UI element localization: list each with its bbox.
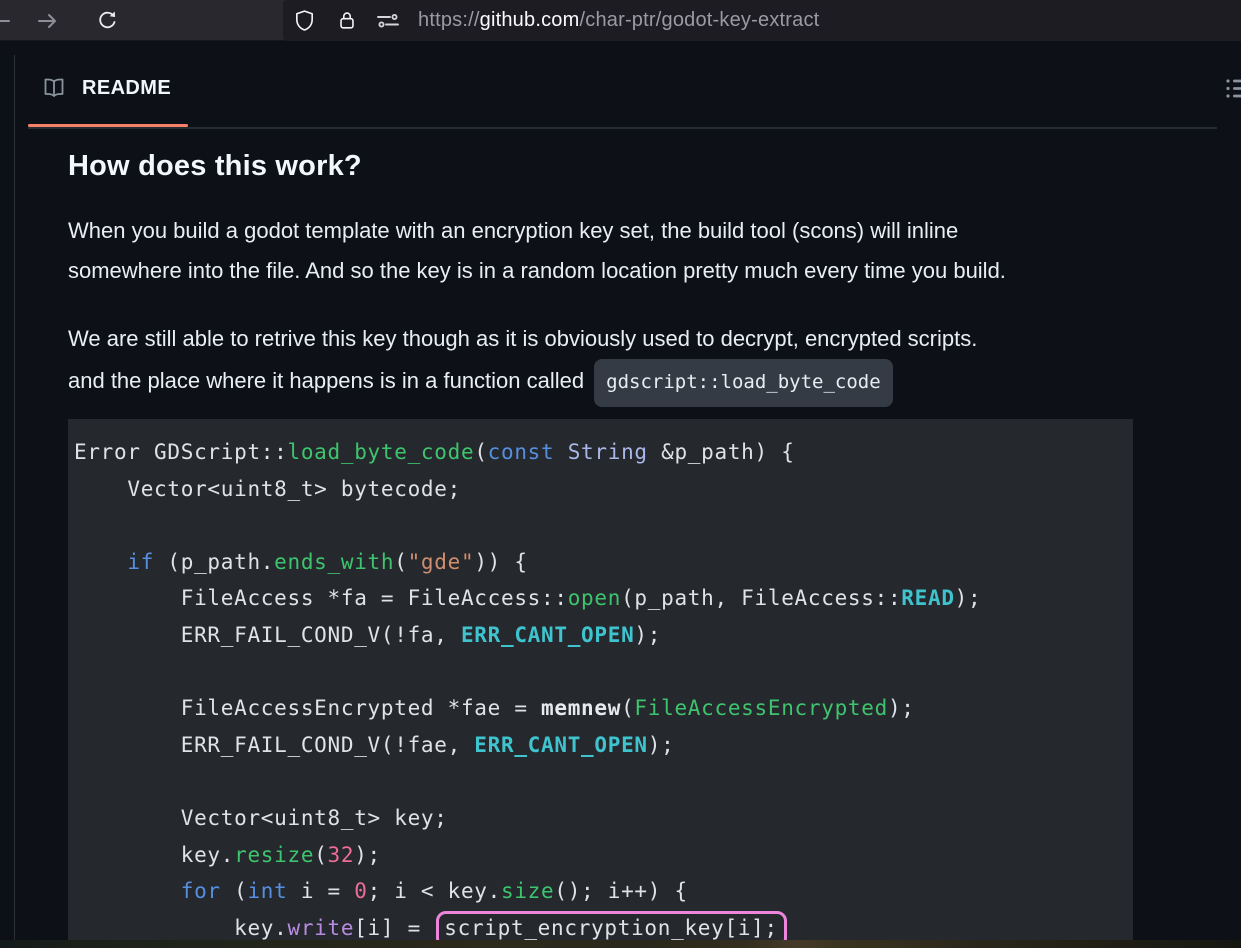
paragraph-1: When you build a godot template with an … (68, 211, 1213, 291)
back-button[interactable] (0, 0, 18, 41)
code-token: 32 (327, 842, 355, 867)
code-token: ( (314, 842, 328, 867)
code-token: int (247, 879, 288, 904)
paragraph-1-line-1: When you build a godot template with an … (68, 218, 959, 243)
browser-toolbar: https://github.com/char-ptr/godot-key-ex… (0, 0, 1241, 41)
bottom-edge-strip (0, 940, 1241, 948)
code-token: FileAccess *fa = FileAccess:: (74, 586, 568, 611)
back-arrow-icon (0, 9, 13, 33)
code-token: (); i++) { (554, 879, 688, 904)
code-token: &p_path) { (647, 440, 795, 464)
code-token: 0 (354, 879, 368, 904)
code-token: ( (220, 879, 248, 904)
code-token: String (567, 440, 648, 464)
code-line: Vector<uint8_t> key; (74, 800, 1133, 837)
forward-arrow-icon (35, 9, 59, 33)
code-line: FileAccessEncrypted *fae = memnew(FileAc… (74, 690, 1133, 727)
url-path: /char-ptr/godot-key-extract (579, 9, 820, 31)
code-token: ); (954, 586, 982, 611)
code-token: ( (621, 696, 635, 721)
reload-icon (96, 9, 119, 32)
section-heading: How does this work? (68, 150, 362, 182)
code-line: for (int i = 0; i < key.size(); i++) { (74, 873, 1133, 910)
tab-readme-label: README (82, 76, 172, 99)
code-block: Error GDScript::load_byte_code(const Str… (68, 419, 1133, 948)
code-token: size (501, 879, 555, 904)
code-token: READ (901, 586, 955, 611)
readme-page: README How does this work? When you buil… (0, 42, 1241, 948)
code-token: i = (287, 879, 355, 904)
code-token: "gde" (407, 549, 475, 574)
reload-button[interactable] (90, 0, 124, 41)
paragraph-2: We are still able to retrive this key th… (68, 319, 1213, 407)
tab-readme[interactable]: README (28, 64, 171, 112)
code-line: if (p_path.ends_with("gde")) { (74, 544, 1133, 581)
code-token: (p_path. (154, 549, 275, 574)
paragraph-2-line-2: and the place where it happens is in a f… (68, 359, 1213, 407)
code-token: ERR_FAIL_COND_V(!fa, (74, 622, 461, 647)
code-token: ); (354, 842, 381, 867)
outline-list-icon (1225, 75, 1241, 102)
code-token: write (287, 915, 355, 940)
code-token: )) { (474, 549, 528, 574)
book-icon (42, 76, 66, 100)
paragraph-2-line-1: We are still able to retrive this key th… (68, 326, 978, 351)
code-token: key. (74, 915, 288, 940)
paragraph-2-line-2-text: and the place where it happens is in a f… (68, 368, 585, 393)
inline-code-chip: gdscript::load_byte_code (594, 359, 893, 407)
outline-button[interactable] (1220, 72, 1241, 104)
code-token: (p_path, FileAccess:: (621, 586, 902, 611)
code-token: FileAccessEncrypted (634, 696, 888, 721)
url-text[interactable]: https://github.com/char-ptr/godot-key-ex… (418, 9, 819, 32)
code-line: Error GDScript::load_byte_code(const Str… (74, 434, 1133, 471)
code-token: ); (887, 696, 915, 721)
site-permissions-icon[interactable] (376, 9, 400, 33)
screen: https://github.com/char-ptr/godot-key-ex… (0, 0, 1241, 948)
code-token: const (487, 440, 555, 464)
code-token: Error GDScript:: (74, 440, 288, 464)
readme-content: How does this work? When you build a god… (68, 128, 1213, 407)
readme-header: README (14, 42, 1241, 129)
code-line: ERR_FAIL_COND_V(!fae, ERR_CANT_OPEN); (74, 727, 1133, 764)
code-token: open (567, 586, 622, 611)
code-line: ERR_FAIL_COND_V(!fa, ERR_CANT_OPEN); (74, 617, 1133, 654)
code-token: ERR_FAIL_COND_V(!fae, (74, 732, 475, 757)
code-token: ends_with (274, 549, 395, 574)
code-token: [i] = (354, 915, 435, 940)
code-token: if (127, 549, 155, 574)
code-token: load_byte_code (287, 440, 475, 464)
code-token: ; i < key. (367, 879, 501, 904)
url-domain: github.com (479, 9, 580, 31)
code-token: ); (647, 732, 675, 757)
forward-button[interactable] (30, 0, 64, 41)
code-token: key. (74, 842, 235, 867)
code-token: Vector<uint8_t> bytecode; (74, 476, 461, 501)
code-token: ); (634, 622, 662, 647)
paragraph-1-line-2: somewhere into the file. And so the key … (68, 258, 1006, 283)
code-line: Vector<uint8_t> bytecode; (74, 471, 1133, 508)
code-token: ERR_CANT_OPEN (474, 732, 648, 757)
tracking-protection-shield-icon[interactable] (292, 9, 316, 33)
readme-panel-border (14, 55, 15, 948)
https-lock-icon[interactable] (335, 9, 359, 33)
url-scheme: https:// (418, 9, 480, 31)
code-token: resize (234, 842, 315, 867)
code-line: key.resize(32); (74, 837, 1133, 874)
code-lines: Error GDScript::load_byte_code(const Str… (74, 434, 1133, 948)
code-token: FileAccessEncrypted *fae = (74, 696, 542, 721)
code-token: ERR_CANT_OPEN (460, 622, 635, 647)
code-line: FileAccess *fa = FileAccess::open(p_path… (74, 580, 1133, 617)
code-token: for (180, 879, 221, 904)
code-token: ( (394, 549, 408, 574)
code-token: ( (474, 440, 488, 464)
code-token: memnew (541, 696, 622, 721)
address-bar[interactable]: https://github.com/char-ptr/godot-key-ex… (283, 0, 1241, 41)
code-token: Vector<uint8_t> key; (74, 805, 448, 830)
